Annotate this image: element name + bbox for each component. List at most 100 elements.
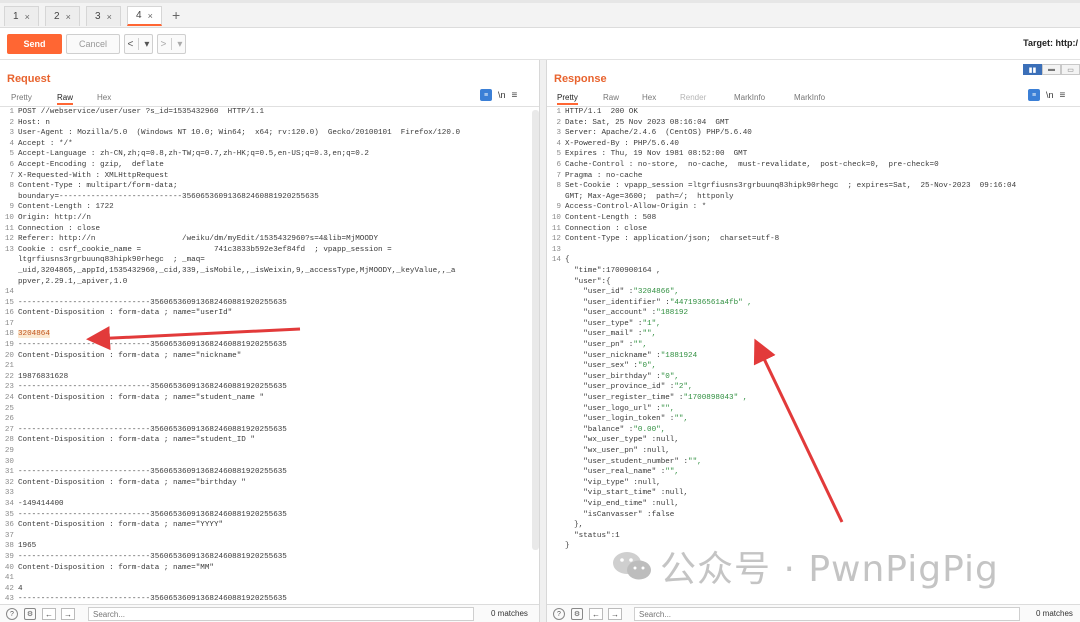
forward-button[interactable]: > ▾ (157, 34, 186, 54)
code-line: 5 Accept-Language : zh-CN,zh;q=0.8,zh-TW;… (0, 149, 539, 160)
line-text: POST //webservice/user/user ?s_id=153543… (18, 108, 265, 116)
line-text: "wx_user_type" :null, (565, 436, 679, 445)
line-number (547, 351, 565, 362)
line-number: 24 (4, 394, 14, 403)
chevron-down-icon[interactable]: ▾ (144, 39, 149, 50)
newline-toggle[interactable]: \n (1046, 90, 1054, 100)
send-button[interactable]: Send (7, 34, 62, 54)
line-text (18, 488, 539, 499)
target-label[interactable]: Target: http:/ (1023, 38, 1078, 48)
line-number (547, 499, 565, 510)
response-search-input[interactable] (634, 607, 1020, 621)
back-button[interactable]: < ▾ (124, 34, 153, 54)
line-number: 14 (4, 288, 14, 297)
tab-raw[interactable]: Raw (57, 93, 74, 105)
arrow-right-icon[interactable]: → (61, 608, 75, 620)
code-line: "user_nickname" :"1881924 (547, 351, 1080, 362)
line-text: Date: Sat, 25 Nov 2023 08:16:04 GMT (565, 118, 730, 127)
line-number: 12 (551, 235, 561, 244)
tab-3[interactable]: 3 × (86, 6, 121, 26)
tab-4[interactable]: 4 × (127, 6, 162, 26)
request-editor[interactable]: 1 POST //webservice/user/user ?s_id=15354… (0, 107, 539, 604)
line-text: 1965 (18, 542, 37, 551)
line-number (547, 488, 565, 499)
code-line: 2 Date: Sat, 25 Nov 2023 08:16:04 GMT (547, 118, 1080, 129)
close-icon[interactable]: × (107, 12, 112, 22)
line-number: 26 (4, 415, 14, 424)
request-search-input[interactable] (88, 607, 474, 621)
tab-hex[interactable]: Hex (97, 93, 111, 102)
line-number (547, 435, 565, 446)
line-number: 37 (4, 531, 14, 540)
tab-raw[interactable]: Raw (603, 93, 619, 102)
chevron-left-icon[interactable]: < (128, 39, 134, 50)
close-icon[interactable]: × (148, 11, 153, 21)
line-number: 17 (4, 319, 14, 328)
close-icon[interactable]: × (66, 12, 71, 22)
response-editor[interactable]: 1 HTTP/1.1 200 OK 2 Date: Sat, 25 Nov 2023 … (547, 107, 1080, 604)
line-text: Cache-Control : no-store, no-cache, must… (565, 160, 939, 169)
tab-markinfo[interactable]: MarkInfo (734, 93, 765, 102)
line-text: Set-Cookie : vpapp_session =ltgrfiusns3r… (565, 182, 1017, 191)
tab-2[interactable]: 2 × (45, 6, 80, 26)
close-icon[interactable]: × (25, 12, 30, 22)
request-scrollbar[interactable] (532, 110, 539, 550)
arrow-left-icon[interactable]: ← (589, 608, 603, 620)
line-text: "user_province_id" :"2", (565, 383, 693, 392)
arrow-left-icon[interactable]: ← (42, 608, 56, 620)
menu-icon[interactable]: ≡ (1060, 90, 1066, 101)
line-number (0, 255, 18, 266)
chevron-right-icon[interactable]: > (161, 39, 167, 50)
settings-icon[interactable]: ⚙ (571, 608, 583, 620)
line-number: 12 (4, 235, 14, 244)
single-view-icon[interactable]: ▭ (1061, 64, 1080, 75)
chevron-down-icon[interactable]: ▾ (177, 39, 182, 50)
line-text: Referer: http://n /weiku/dm/myEdit/15354… (18, 235, 379, 244)
line-text: Accept-Language : zh-CN,zh;q=0.8,zh-TW;q… (18, 150, 369, 159)
tab-label: 3 (95, 11, 101, 22)
line-text: Content-Length : 508 (565, 213, 657, 222)
line-text: -149414400 (18, 499, 64, 508)
code-line: "user_account" :"188192 (547, 308, 1080, 319)
json-value: "", (660, 404, 675, 413)
code-line: "user_register_time" :"1700898043" , (547, 393, 1080, 404)
settings-icon[interactable]: ⚙ (24, 608, 36, 620)
horizontal-view-icon[interactable]: ▬ (1042, 64, 1061, 75)
line-text: "user_nickname" :"1881924 (565, 351, 698, 360)
line-text: Content-Disposition : form-data ; name="… (18, 436, 255, 445)
pretty-print-icon[interactable]: ≡ (1028, 89, 1040, 101)
line-text: GMT; Max-Age=3600; path=/; httponly (565, 192, 734, 201)
line-number: 2 (9, 118, 14, 127)
json-value: "0.00", (633, 425, 666, 434)
code-line: 23 -----------------------------356065360… (0, 382, 539, 393)
line-number (547, 446, 565, 457)
help-icon[interactable]: ? (553, 608, 565, 620)
tab-pretty[interactable]: Pretty (11, 93, 32, 102)
code-line: 30 (0, 457, 539, 468)
line-number: 41 (4, 574, 14, 583)
tab-render[interactable]: Render (680, 93, 706, 102)
line-text: "vip_type" :null, (565, 478, 661, 487)
arrow-right-icon[interactable]: → (608, 608, 622, 620)
tab-hex[interactable]: Hex (642, 93, 656, 102)
tab-markinfo-2[interactable]: MarkInfo (794, 93, 825, 102)
separator (138, 38, 140, 50)
help-icon[interactable]: ? (6, 608, 18, 620)
line-number: 21 (4, 362, 14, 371)
code-line: "user_login_token" :"", (547, 414, 1080, 425)
split-view-icon[interactable]: ▮▮ (1023, 64, 1042, 75)
line-text: Server: Apache/2.4.6 (CentOS) PHP/5.6.40 (565, 129, 752, 138)
menu-icon[interactable]: ≡ (512, 90, 518, 101)
tab-1[interactable]: 1 × (4, 6, 39, 26)
pretty-print-icon[interactable]: ≡ (480, 89, 492, 101)
cancel-button[interactable]: Cancel (66, 34, 120, 54)
line-number: 14 (551, 256, 561, 265)
line-text: "balance" :"0.00", (565, 425, 666, 434)
line-number: 13 (4, 245, 14, 254)
line-number: 13 (551, 245, 561, 254)
tab-pretty[interactable]: Pretty (557, 93, 578, 105)
response-search-bar: ? ⚙ ← → 0 matches (547, 604, 1080, 622)
add-tab-button[interactable]: + (172, 7, 180, 23)
code-line: "user_type" :"1", (547, 319, 1080, 330)
newline-toggle[interactable]: \n (498, 90, 506, 100)
